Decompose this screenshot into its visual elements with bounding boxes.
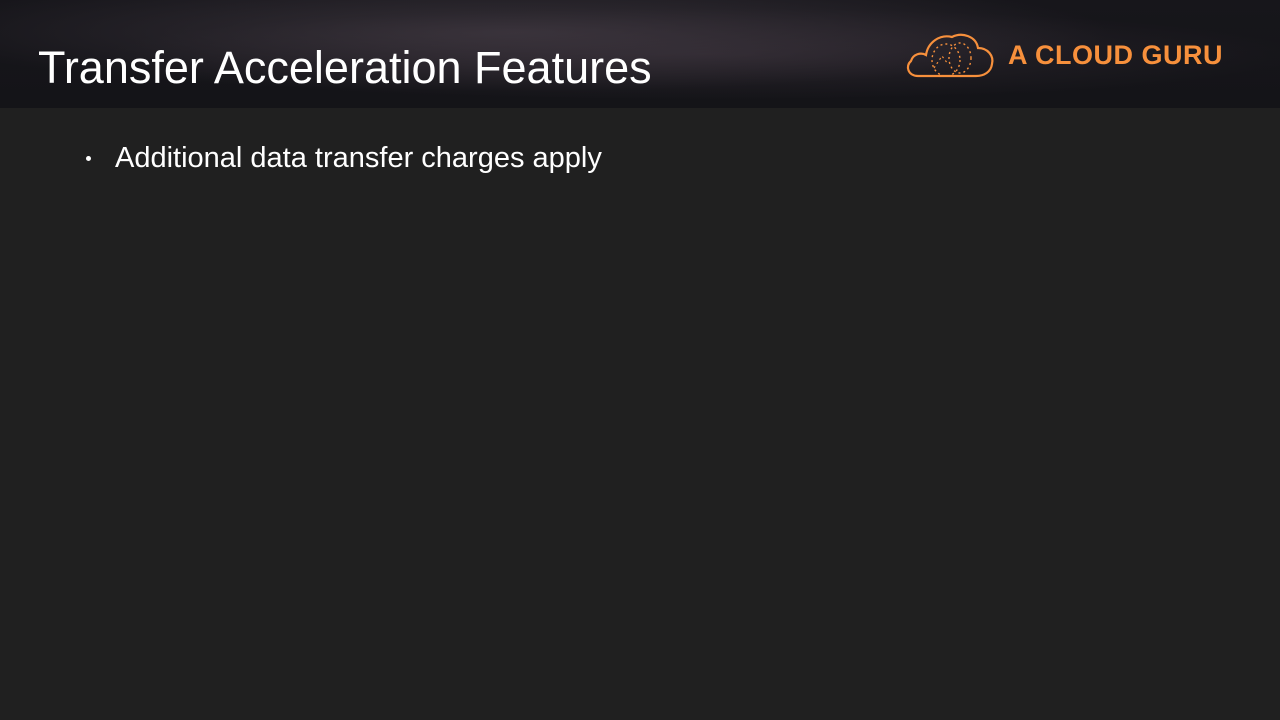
bullet-text: Additional data transfer charges apply xyxy=(115,142,602,174)
cloud-icon xyxy=(906,33,994,78)
slide: Transfer Acceleration Features A CLOUD G… xyxy=(0,0,1280,720)
brand-name: A CLOUD GURU xyxy=(1008,39,1223,70)
slide-header: Transfer Acceleration Features A CLOUD G… xyxy=(0,0,1280,108)
bullet-item: Additional data transfer charges apply xyxy=(84,142,1184,175)
bullet-icon xyxy=(86,156,91,161)
slide-content: Additional data transfer charges apply xyxy=(84,142,1184,175)
brand-logo: A CLOUD GURU xyxy=(904,28,1223,82)
slide-title: Transfer Acceleration Features xyxy=(38,42,652,93)
